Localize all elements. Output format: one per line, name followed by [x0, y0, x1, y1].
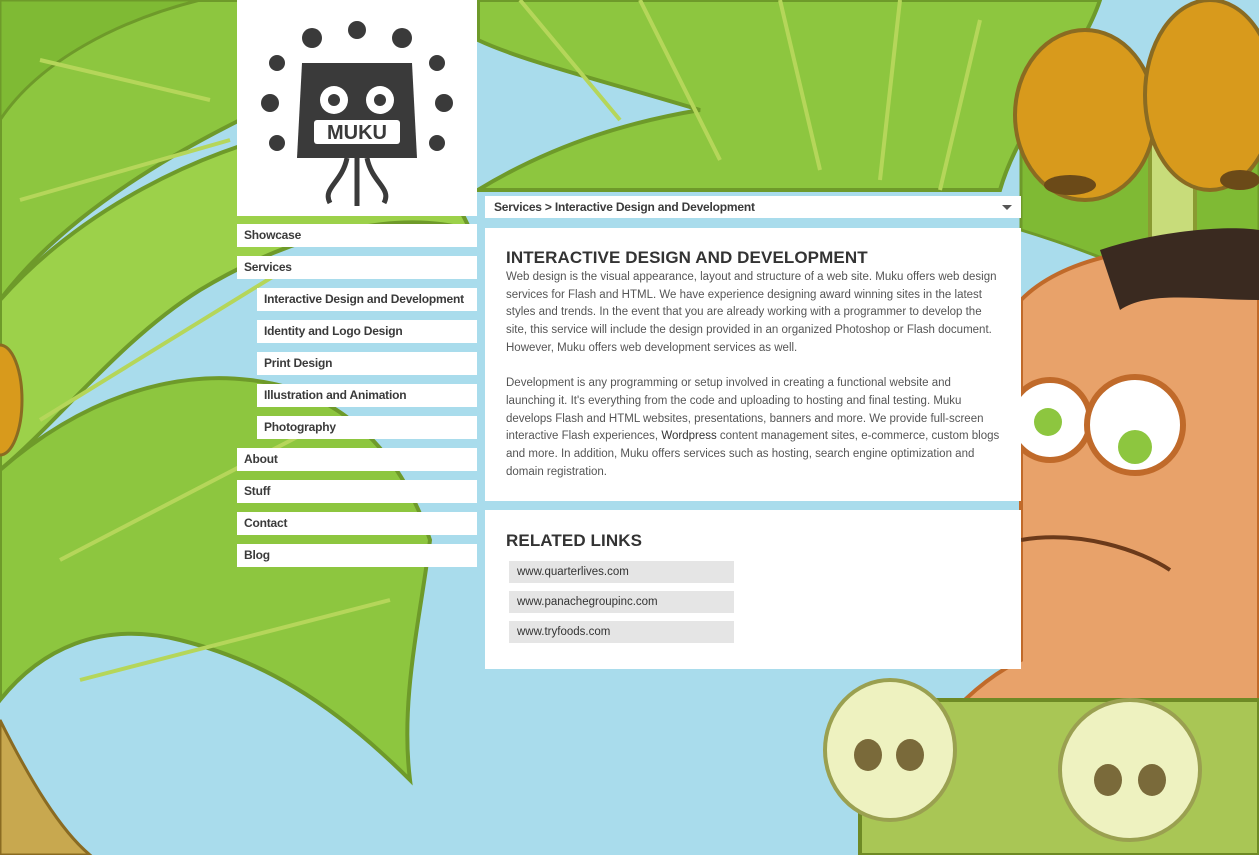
nav-item-blog[interactable]: Blog — [237, 544, 477, 567]
nav-subitem-identity-logo-design[interactable]: Identity and Logo Design — [257, 320, 477, 343]
breadcrumb-dropdown[interactable]: Services > Interactive Design and Develo… — [485, 196, 1021, 218]
logo-text: MUKU — [327, 122, 387, 144]
nav-item-services[interactable]: Services — [237, 256, 477, 279]
nav-subitem-illustration-animation[interactable]: Illustration and Animation — [257, 384, 477, 407]
related-links-panel: RELATED LINKS www.quarterlives.com www.p… — [485, 510, 1021, 669]
chevron-down-icon[interactable] — [1002, 205, 1012, 210]
muku-logo-icon: MUKU — [261, 21, 453, 206]
related-link-tryfoods[interactable]: www.tryfoods.com — [509, 621, 734, 643]
logo-area[interactable]: MUKU — [237, 0, 477, 216]
related-links-title: RELATED LINKS — [506, 531, 643, 550]
related-link-quarterlives[interactable]: www.quarterlives.com — [509, 561, 734, 583]
nav-subitem-print-design[interactable]: Print Design — [257, 352, 477, 375]
intro-paragraph: Web design is the visual appearance, lay… — [506, 271, 997, 354]
content-panel: INTERACTIVE DESIGN AND DEVELOPMENT Web d… — [485, 228, 1021, 501]
nav-item-stuff[interactable]: Stuff — [237, 480, 477, 503]
nav-item-about[interactable]: About — [237, 448, 477, 471]
related-link-panachegroupinc[interactable]: www.panachegroupinc.com — [509, 591, 734, 613]
related-links-list: www.quarterlives.com www.panachegroupinc… — [506, 561, 1001, 643]
nav-item-contact[interactable]: Contact — [237, 512, 477, 535]
wordpress-link[interactable]: Wordpress — [661, 430, 716, 442]
nav-subitem-photography[interactable]: Photography — [257, 416, 477, 439]
nav-item-showcase[interactable]: Showcase — [237, 224, 477, 247]
breadcrumb-text: Services > Interactive Design and Develo… — [494, 200, 755, 214]
page-title: INTERACTIVE DESIGN AND DEVELOPMENT — [506, 248, 868, 267]
nav-subitem-interactive-design[interactable]: Interactive Design and Development — [257, 288, 477, 311]
development-paragraph: Development is any programming or setup … — [506, 375, 1001, 481]
